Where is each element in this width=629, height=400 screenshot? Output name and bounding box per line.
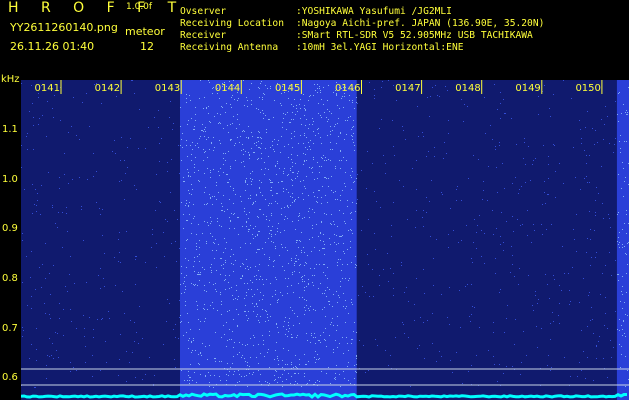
file-name: YY2611260140.png [10,21,118,34]
x-tick-label: 0144 [215,83,240,94]
spectrogram-canvas: 0141 0142 0143 0144 0145 0146 0147 0148 0149 0150 [21,80,629,400]
info-label: Receiving Antenna [180,42,279,53]
y-tick-label: 0.7 [2,323,18,334]
x-tick-label: 0146 [335,83,360,94]
info-value: :Nagoya Aichi-pref. JAPAN (136.90E, 35.2… [296,18,545,29]
info-label: Receiver [180,30,227,41]
y-tick-label: 0.8 [2,273,18,284]
x-tick-label: 0142 [95,83,120,94]
y-tick-label: 0.9 [2,223,18,234]
info-receiver: Receiver :SMart RTL-SDR V5 52.905MHz USB … [180,30,533,41]
x-tick-label: 0147 [395,83,420,94]
spectrogram: 0141 0142 0143 0144 0145 0146 0147 0148 0149 0150 [21,80,629,400]
x-tick-label: 0141 [35,83,60,94]
info-value: :SMart RTL-SDR V5 52.905MHz USB TACHIKAW… [296,30,533,41]
y-tick-label: 1.1 [2,124,18,135]
info-location: Receiving Location :Nagoya Aichi-pref. JA… [180,18,544,29]
info-label: Receiving Location [180,18,284,29]
y-tick-label: 0.6 [2,372,18,383]
bright-band [179,80,357,400]
bright-band [616,80,629,400]
x-tick-label: 0145 [275,83,300,94]
observation-kind: meteor [125,25,165,38]
x-tick-label: 0148 [455,83,480,94]
app-title: H R O F F T [8,0,186,16]
x-tick-label: 0143 [155,83,180,94]
info-antenna: Receiving Antenna :10mH 3el.YAGI Horizont… [180,42,464,53]
y-axis-unit: kHz [1,74,20,85]
info-value: :10mH 3el.YAGI Horizontal:ENE [296,42,464,53]
observation-datetime: 26.11.26 01:40 [10,40,95,53]
info-label: Ovserver [180,6,227,17]
info-observer: Ovserver :YOSHIKAWA Yasufumi /JG2MLI [180,6,452,17]
y-tick-label: 1.0 [2,174,18,185]
app-version: 1.0.0f [126,2,153,12]
info-value: :YOSHIKAWA Yasufumi /JG2MLI [296,6,452,17]
meteor-count: 12 [140,40,154,53]
x-tick-label: 0150 [575,83,600,94]
x-tick-label: 0149 [515,83,540,94]
